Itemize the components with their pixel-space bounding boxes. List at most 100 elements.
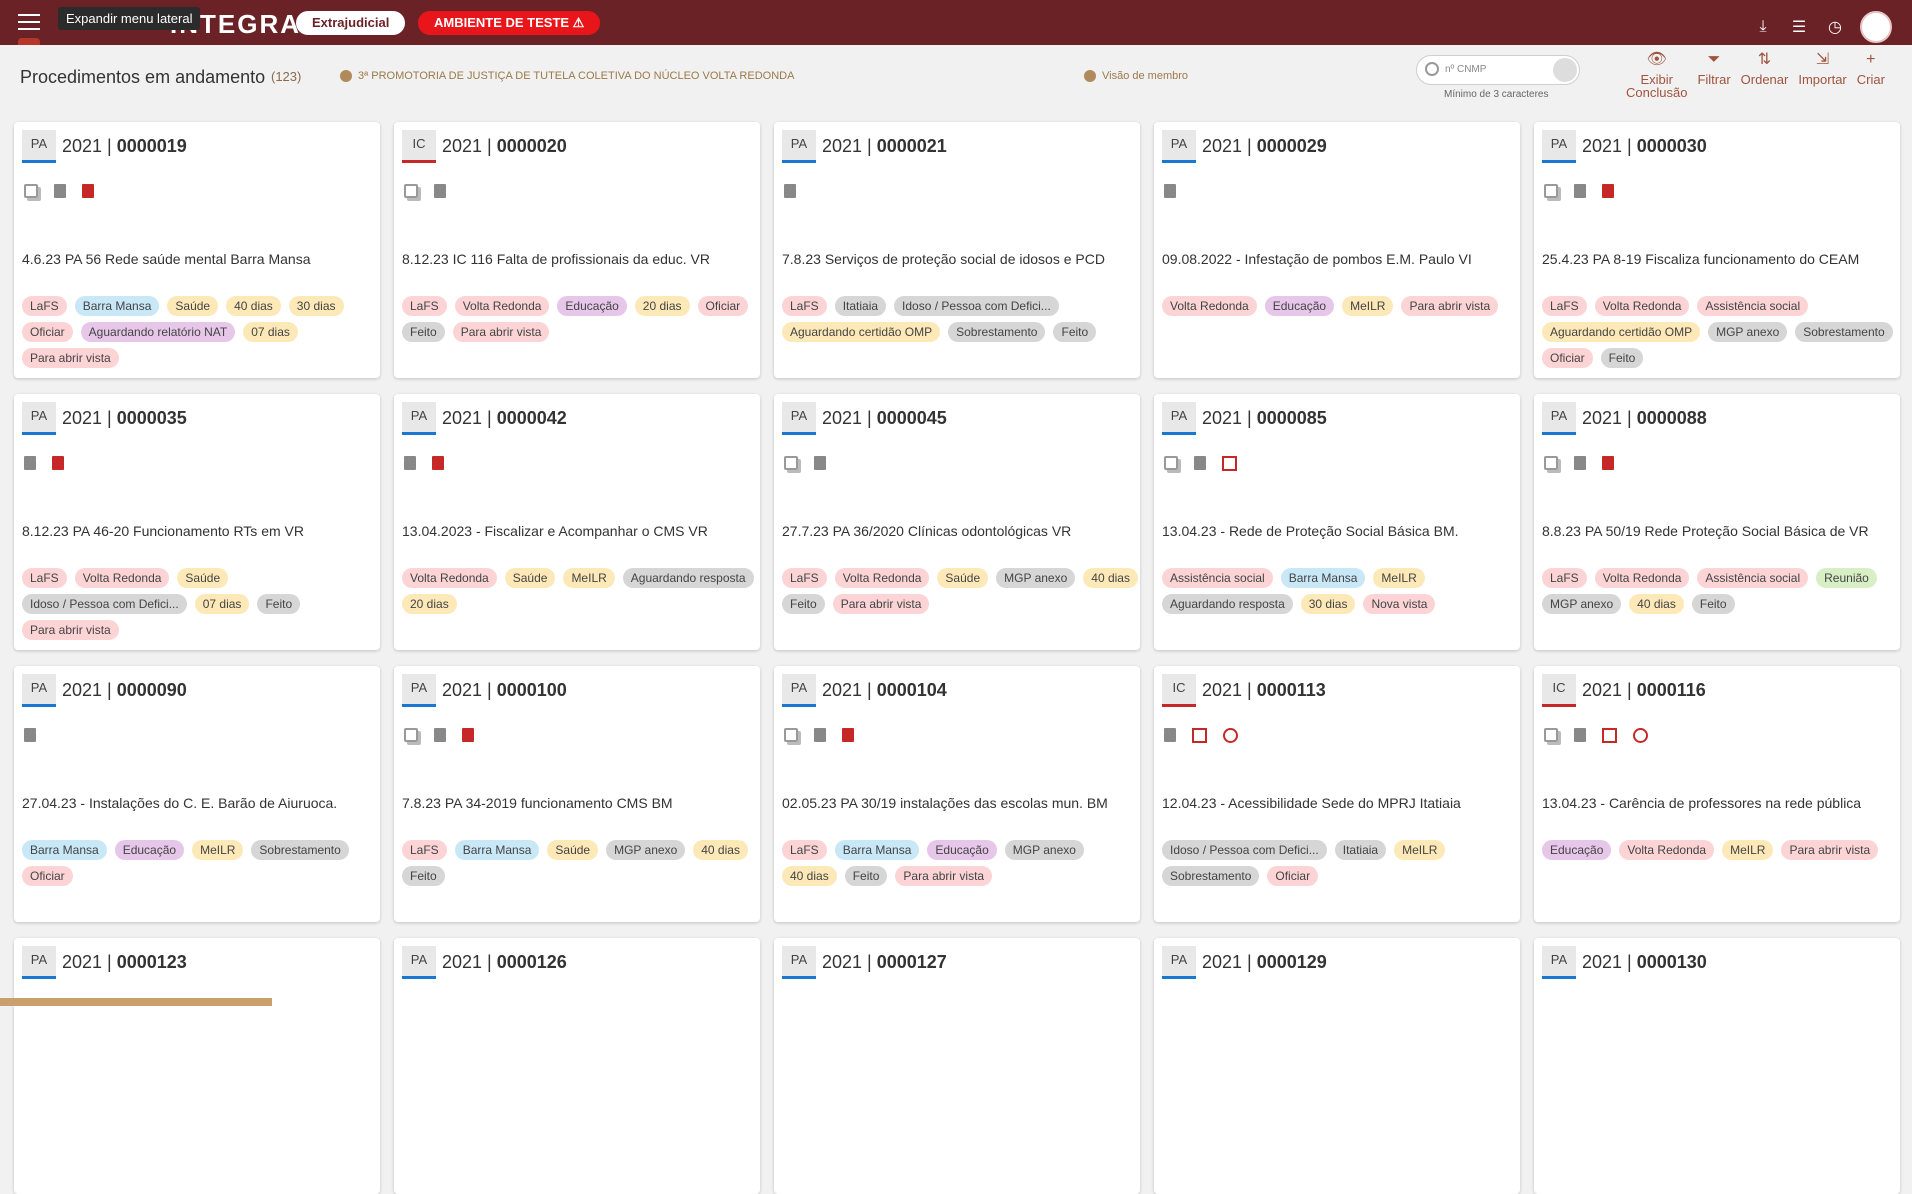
tag-chip[interactable]: MeILR bbox=[1373, 568, 1425, 588]
pdf-icon[interactable] bbox=[1602, 184, 1614, 198]
doc-icon[interactable] bbox=[1164, 184, 1176, 198]
doc-icon[interactable] bbox=[54, 184, 66, 198]
tag-chip[interactable]: MGP anexo bbox=[1004, 840, 1084, 860]
tag-chip[interactable]: Volta Redonda bbox=[402, 568, 497, 588]
tag-chip[interactable]: Saúde bbox=[167, 296, 219, 316]
doc-icon[interactable] bbox=[24, 456, 36, 470]
tag-chip[interactable]: Feito bbox=[844, 866, 888, 886]
tag-chip[interactable]: Volta Redonda bbox=[1619, 840, 1715, 860]
tag-chip[interactable]: Saúde bbox=[504, 568, 556, 588]
copy-icon[interactable] bbox=[1544, 728, 1558, 742]
tag-chip[interactable]: MGP anexo bbox=[1542, 594, 1622, 614]
doc-icon[interactable] bbox=[784, 184, 796, 198]
tag-chip[interactable]: Barra Mansa bbox=[74, 296, 160, 316]
tag-chip[interactable]: Para abrir vista bbox=[452, 322, 550, 342]
procedure-card[interactable]: PA 2021 | 0000030 25.4.23 PA 8-19 Fiscaliz… bbox=[1534, 122, 1900, 378]
doc-icon[interactable] bbox=[814, 728, 826, 742]
tag-chip[interactable]: 40 dias bbox=[1083, 568, 1138, 588]
procedure-card[interactable]: IC 2021 | 0000113 12.04.23 - Acessibilidad… bbox=[1154, 666, 1520, 922]
tag-chip[interactable]: Aguardando relatório NAT bbox=[80, 322, 236, 342]
doc-icon[interactable] bbox=[434, 728, 446, 742]
tag-chip[interactable]: Oficiar bbox=[697, 296, 749, 316]
clock-icon[interactable] bbox=[1223, 728, 1238, 743]
tag-chip[interactable]: 40 dias bbox=[693, 840, 748, 860]
import-button[interactable]: ⇲ Importar bbox=[1798, 52, 1846, 99]
search-button[interactable] bbox=[1553, 58, 1577, 82]
tag-chip[interactable]: MeILR bbox=[192, 840, 244, 860]
doc-icon[interactable] bbox=[434, 184, 446, 198]
copy-icon[interactable] bbox=[404, 728, 418, 742]
tag-chip[interactable]: Idoso / Pessoa com Defici... bbox=[22, 594, 187, 614]
tag-chip[interactable]: Educação bbox=[1542, 840, 1612, 860]
tag-chip[interactable]: LaFS bbox=[782, 568, 827, 588]
tag-chip[interactable]: 20 dias bbox=[402, 594, 457, 614]
tag-chip[interactable]: Para abrir vista bbox=[22, 620, 119, 640]
tag-chip[interactable]: Sobrestamento bbox=[1795, 322, 1893, 342]
tag-chip[interactable]: Nova vista bbox=[1363, 594, 1436, 614]
tag-chip[interactable]: Volta Redonda bbox=[1594, 296, 1690, 316]
doc-icon[interactable] bbox=[1194, 456, 1206, 470]
tag-chip[interactable]: Feito bbox=[1691, 594, 1735, 614]
tag-chip[interactable]: 40 dias bbox=[782, 866, 837, 886]
tag-chip[interactable]: Saúde bbox=[547, 840, 599, 860]
pdf-icon[interactable] bbox=[52, 456, 64, 470]
procedure-card[interactable]: PA 2021 | 0000090 27.04.23 - Instalações d… bbox=[14, 666, 380, 922]
tag-chip[interactable]: Feito bbox=[1600, 348, 1644, 368]
tag-chip[interactable]: Barra Mansa bbox=[22, 840, 107, 860]
clock-icon[interactable] bbox=[1633, 728, 1648, 743]
view-selector[interactable]: Visão de membro bbox=[1084, 70, 1188, 82]
tag-chip[interactable]: Feito bbox=[257, 594, 301, 614]
tag-chip[interactable]: 20 dias bbox=[634, 296, 690, 316]
procedure-card[interactable]: PA 2021 | 0000126 bbox=[394, 938, 760, 1194]
download-icon[interactable]: ⤓ bbox=[1752, 16, 1774, 38]
doc-icon[interactable] bbox=[1574, 184, 1586, 198]
procedure-card[interactable]: PA 2021 | 0000123 bbox=[14, 938, 380, 1194]
procedure-card[interactable]: PA 2021 | 0000045 27.7.23 PA 36/2020 Clíni… bbox=[774, 394, 1140, 650]
procedure-card[interactable]: PA 2021 | 0000127 bbox=[774, 938, 1140, 1194]
pdf-icon[interactable] bbox=[842, 728, 854, 742]
tag-chip[interactable]: MeILR bbox=[1394, 840, 1446, 860]
tag-chip[interactable]: Sobrestamento bbox=[948, 322, 1046, 342]
tag-chip[interactable]: Feito bbox=[782, 594, 825, 614]
procedure-card[interactable]: PA 2021 | 0000029 09.08.2022 - Infestação … bbox=[1154, 122, 1520, 378]
tag-chip[interactable]: Barra Mansa bbox=[454, 840, 540, 860]
copy-icon[interactable] bbox=[784, 728, 798, 742]
tag-chip[interactable]: MGP anexo bbox=[1708, 322, 1788, 342]
tag-chip[interactable]: Educação bbox=[114, 840, 185, 860]
procedure-card[interactable]: PA 2021 | 0000019 4.6.23 PA 56 Rede saúde … bbox=[14, 122, 380, 378]
tag-chip[interactable]: Volta Redonda bbox=[454, 296, 550, 316]
tag-chip[interactable]: Sobrestamento bbox=[1162, 866, 1260, 886]
tag-chip[interactable]: Assistência social bbox=[1697, 296, 1809, 316]
tag-chip[interactable]: MeILR bbox=[563, 568, 615, 588]
tag-chip[interactable]: LaFS bbox=[782, 296, 827, 316]
tag-chip[interactable]: Itatiaia bbox=[834, 296, 887, 316]
tag-chip[interactable]: Saúde bbox=[937, 568, 989, 588]
plus-button[interactable]: + Criar bbox=[1857, 52, 1885, 99]
tag-chip[interactable]: MeILR bbox=[1722, 840, 1774, 860]
tag-chip[interactable]: Sobrestamento bbox=[251, 840, 349, 860]
list-icon[interactable] bbox=[1222, 456, 1237, 471]
tag-chip[interactable]: Oficiar bbox=[1542, 348, 1593, 368]
tag-chip[interactable]: Para abrir vista bbox=[22, 348, 119, 368]
copy-icon[interactable] bbox=[1544, 184, 1558, 198]
procedure-card[interactable]: PA 2021 | 0000021 7.8.23 Serviços de prote… bbox=[774, 122, 1140, 378]
promotoria-selector[interactable]: 3ª PROMOTORIA DE JUSTIÇA DE TUTELA COLET… bbox=[340, 70, 794, 82]
tag-chip[interactable]: LaFS bbox=[1542, 296, 1587, 316]
tag-chip[interactable]: Para abrir vista bbox=[1401, 296, 1499, 316]
procedure-card[interactable]: PA 2021 | 0000085 13.04.23 - Rede de Prote… bbox=[1154, 394, 1520, 650]
tag-chip[interactable]: Educação bbox=[1264, 296, 1335, 316]
avatar[interactable] bbox=[1860, 11, 1892, 43]
doc-icon[interactable] bbox=[24, 728, 36, 742]
tag-chip[interactable]: MeILR bbox=[1342, 296, 1394, 316]
procedure-card[interactable]: IC 2021 | 0000116 13.04.23 - Carência de p… bbox=[1534, 666, 1900, 922]
tag-chip[interactable]: LaFS bbox=[402, 840, 447, 860]
tag-chip[interactable]: MGP anexo bbox=[996, 568, 1076, 588]
doc-icon[interactable] bbox=[1574, 728, 1586, 742]
tag-chip[interactable]: Para abrir vista bbox=[1781, 840, 1879, 860]
tag-chip[interactable]: Aguardando resposta bbox=[1162, 594, 1293, 614]
extrajudicial-badge[interactable]: Extrajudicial bbox=[296, 11, 406, 35]
procedure-card[interactable]: PA 2021 | 0000042 13.04.2023 - Fiscalizar … bbox=[394, 394, 760, 650]
settings-icon[interactable]: ☰ bbox=[1788, 16, 1810, 38]
tag-chip[interactable]: Oficiar bbox=[22, 322, 73, 342]
copy-icon[interactable] bbox=[1164, 456, 1178, 470]
